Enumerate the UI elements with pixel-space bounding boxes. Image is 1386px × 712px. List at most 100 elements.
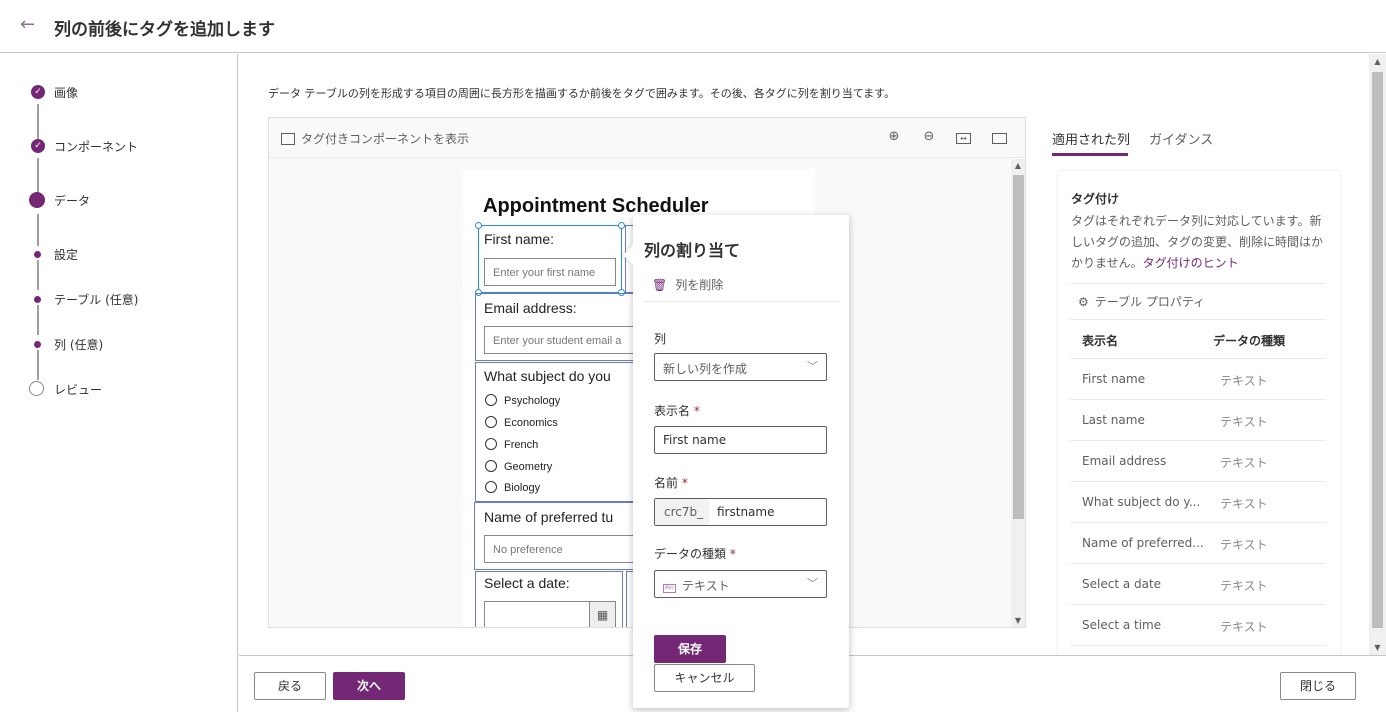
column-label: 列 xyxy=(654,332,667,346)
show-tagged-components-toggle[interactable]: タグ付きコンポーネントを表示 xyxy=(281,130,469,147)
name-prefix: crc7b_ xyxy=(655,499,709,525)
next-button[interactable]: 次へ xyxy=(333,672,405,700)
right-panel: 適用された列 ガイダンス タグ付け タグはそれぞれデータ列に対応しています。新し… xyxy=(1051,54,1351,655)
column-dropdown[interactable]: 新しい列を作成 ﹀ xyxy=(654,353,827,381)
step-label: コンポーネント xyxy=(54,140,139,154)
step-review[interactable]: レビュー xyxy=(0,379,238,399)
divider xyxy=(644,301,839,302)
column-header-display-name: 表示名 xyxy=(1082,334,1119,348)
callout-title: 列の割り当て xyxy=(644,241,741,260)
zoom-in-icon[interactable]: ⊕ xyxy=(885,129,903,147)
chevron-down-icon: ﹀ xyxy=(807,360,818,373)
scroll-down-icon[interactable]: ▼ xyxy=(1013,616,1023,625)
step-data[interactable]: データ xyxy=(0,190,238,210)
step-column-optional[interactable]: 列 (任意) xyxy=(0,334,238,354)
step-connector xyxy=(37,214,39,246)
table-properties-button[interactable]: ⚙ テーブル プロパティ xyxy=(1078,293,1205,310)
back-arrow-icon[interactable]: ← xyxy=(20,14,35,35)
table-row[interactable]: Email address テキスト xyxy=(1070,441,1326,482)
tab-guidance[interactable]: ガイダンス xyxy=(1149,129,1213,148)
header: ← 列の前後にタグを追加します xyxy=(0,0,1386,53)
resize-handle[interactable] xyxy=(475,222,482,229)
tagging-card: タグ付け タグはそれぞれデータ列に対応しています。新しいタグの追加、タグの変更、… xyxy=(1058,171,1340,655)
column-header-data-type: データの種類 xyxy=(1213,334,1286,348)
step-label: レビュー xyxy=(54,383,103,397)
check-circle-icon: ✓ xyxy=(31,85,45,99)
step-image[interactable]: ✓ 画像 xyxy=(0,82,238,102)
card-heading: タグ付け xyxy=(1071,192,1120,206)
page-scrollbar[interactable]: ▲ ▼ xyxy=(1369,54,1386,655)
save-button[interactable]: 保存 xyxy=(654,635,726,663)
radio-option: Economics xyxy=(485,416,558,429)
name-label: 名前 * xyxy=(654,476,688,490)
step-connector xyxy=(37,260,39,290)
radio-option: French xyxy=(485,438,538,451)
delete-column-button[interactable]: 🗑︎ 列を削除 xyxy=(652,276,723,293)
scroll-up-icon[interactable]: ▲ xyxy=(1372,57,1383,66)
current-step-dot-icon xyxy=(29,192,45,208)
scroll-thumb[interactable] xyxy=(1013,175,1024,519)
step-settings[interactable]: 設定 xyxy=(0,244,238,264)
chevron-down-icon: ﹀ xyxy=(807,577,818,590)
check-circle-icon: ✓ xyxy=(31,139,45,153)
divider xyxy=(1070,283,1326,284)
scroll-thumb[interactable] xyxy=(1372,72,1383,628)
instructions-text: データ テーブルの列を形成する項目の周囲に長方形を描画するか前後をタグで囲みます… xyxy=(268,87,896,100)
text-type-icon: Abc xyxy=(663,584,676,593)
name-input[interactable]: crc7b_ firstname xyxy=(654,498,827,526)
fit-width-icon[interactable]: ↔ xyxy=(956,133,971,144)
resize-handle[interactable] xyxy=(618,222,625,229)
divider xyxy=(1070,319,1326,320)
form-label: Select a date: xyxy=(484,575,570,591)
gear-icon: ⚙ xyxy=(1078,295,1089,309)
substep-dot-icon xyxy=(34,251,41,258)
step-label: 設定 xyxy=(54,248,79,262)
zoom-out-icon[interactable]: ⊖ xyxy=(920,129,938,147)
active-tab-indicator xyxy=(1052,153,1128,156)
cancel-button[interactable]: キャンセル xyxy=(654,664,755,692)
step-component[interactable]: ✓ コンポーネント xyxy=(0,136,238,156)
radio-option: Biology xyxy=(485,481,540,494)
step-label: テーブル (任意) xyxy=(54,293,139,307)
wizard-stepper: ✓ 画像 ✓ コンポーネント データ 設定 テーブル (任意) 列 (任意) レ… xyxy=(0,54,238,712)
step-label: データ xyxy=(54,194,91,208)
back-button[interactable]: 戻る xyxy=(254,672,326,700)
radio-option: Geometry xyxy=(485,460,552,473)
step-label: 列 (任意) xyxy=(54,338,104,352)
table-row[interactable]: What subject do y... テキスト xyxy=(1070,482,1326,523)
tag-view-icon xyxy=(281,133,295,145)
form-input: No preference xyxy=(484,535,654,563)
show-tagged-label: タグ付きコンポーネントを表示 xyxy=(301,132,470,146)
canvas-toolbar: タグ付きコンポーネントを表示 ⊕ ⊖ ↔ ⛶ xyxy=(269,118,1025,158)
substep-dot-icon xyxy=(34,296,41,303)
table-row[interactable]: Select a date テキスト xyxy=(1070,564,1326,605)
form-label: Name of preferred tu xyxy=(484,509,614,525)
page-title: 列の前後にタグを追加します xyxy=(54,20,275,40)
form-input: Enter your first name xyxy=(484,258,616,286)
data-type-dropdown[interactable]: Abc テキスト ﹀ xyxy=(654,570,827,598)
close-button[interactable]: 閉じる xyxy=(1280,672,1356,700)
step-connector xyxy=(37,305,39,335)
fit-page-icon[interactable]: ⛶ xyxy=(992,133,1007,144)
form-label: First name: xyxy=(484,231,555,247)
data-type-label: データの種類 * xyxy=(654,547,736,561)
scroll-down-icon[interactable]: ▼ xyxy=(1372,643,1383,652)
assign-column-callout: 列の割り当て 🗑︎ 列を削除 列 新しい列を作成 ﹀ 表示名 * First na… xyxy=(623,215,849,708)
display-name-input[interactable]: First name xyxy=(654,426,827,454)
step-table-optional[interactable]: テーブル (任意) xyxy=(0,289,238,309)
form-label: Email address: xyxy=(484,300,577,316)
table-row[interactable]: Name of preferred... テキスト xyxy=(1070,523,1326,564)
card-text: タグはそれぞれデータ列に対応しています。新しいタグの追加、タグの変更、削除に時間… xyxy=(1071,214,1324,270)
scroll-up-icon[interactable]: ▲ xyxy=(1013,161,1023,170)
step-connector xyxy=(37,350,39,380)
table-row[interactable]: Last name テキスト xyxy=(1070,400,1326,441)
canvas-scrollbar[interactable]: ▲ ▼ xyxy=(1011,159,1025,627)
form-label: What subject do you xyxy=(484,368,611,384)
table-row[interactable]: Select a time テキスト xyxy=(1070,605,1326,646)
trash-icon: 🗑︎ xyxy=(652,278,668,292)
tab-applied-columns[interactable]: 適用された列 xyxy=(1052,129,1130,148)
table-row[interactable]: First name テキスト xyxy=(1070,359,1326,400)
radio-option: Psychology xyxy=(485,394,560,407)
tagging-tips-link[interactable]: タグ付けのヒント xyxy=(1143,256,1239,270)
step-label: 画像 xyxy=(54,86,79,100)
